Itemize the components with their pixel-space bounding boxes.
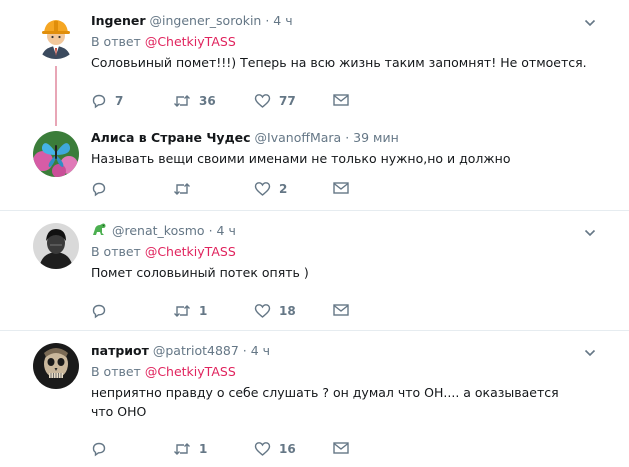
retweet-count: 1: [199, 442, 208, 456]
like-button[interactable]: 16: [254, 441, 296, 457]
envelope-icon: [333, 94, 349, 106]
direct-message-button[interactable]: [333, 181, 349, 195]
like-button[interactable]: 77: [254, 93, 296, 109]
handle[interactable]: @renat_kosmo: [112, 223, 205, 238]
reply-icon: [92, 442, 106, 457]
tweet-header: @renat_kosmo · 4 ч: [91, 222, 617, 240]
direct-message-button[interactable]: [333, 93, 349, 107]
handle[interactable]: @IvanoffMara: [255, 130, 342, 145]
tweet-text: Соловьиный помет!!!) Теперь на всю жизнь…: [91, 55, 587, 70]
like-count: 16: [279, 442, 296, 456]
reply-context: В ответ @ChetkiyTASS: [91, 363, 617, 381]
mention-link[interactable]: @ChetkiyTASS: [145, 244, 236, 259]
retweet-button[interactable]: [173, 181, 199, 197]
chevron-down-icon[interactable]: [584, 17, 596, 29]
chevron-down-icon[interactable]: [584, 347, 596, 359]
reply-button[interactable]: [91, 441, 115, 457]
reply-button[interactable]: [91, 303, 115, 319]
avatar[interactable]: [33, 343, 79, 389]
avatar[interactable]: [33, 131, 79, 177]
heart-icon: [254, 182, 271, 196]
retweet-button[interactable]: 36: [173, 93, 216, 109]
like-button[interactable]: 2: [254, 181, 287, 197]
reply-context: В ответ @ChetkiyTASS: [91, 243, 617, 261]
like-count: 77: [279, 94, 296, 108]
mention-link[interactable]: @ChetkiyTASS: [145, 364, 236, 379]
like-count: 18: [279, 304, 296, 318]
dinosaur-emoji-icon: [93, 223, 106, 235]
retweet-button[interactable]: 1: [173, 303, 207, 319]
display-name[interactable]: патриот: [91, 343, 149, 358]
chevron-down-icon[interactable]: [584, 227, 596, 239]
heart-icon: [254, 94, 271, 108]
direct-message-button[interactable]: [333, 441, 349, 455]
envelope-icon: [333, 442, 349, 454]
display-name[interactable]: Ingener: [91, 13, 146, 28]
avatar[interactable]: [33, 13, 79, 59]
tweet-header: патриот @patriot4887 · 4 ч: [91, 343, 271, 358]
mention-link[interactable]: @ChetkiyTASS: [145, 34, 236, 49]
timestamp[interactable]: 4 ч: [217, 223, 236, 238]
tweet-actions: 2: [91, 181, 391, 199]
retweet-icon: [174, 95, 190, 107]
tweet-actions: 1 18: [91, 303, 391, 321]
retweet-icon: [174, 183, 190, 195]
reply-button[interactable]: 7: [91, 93, 123, 109]
reply-count: 7: [115, 94, 124, 108]
tweet-ingener[interactable]: Ingener @ingener_sorokin · 4 ч В ответ @…: [0, 0, 629, 126]
tweet-actions: 1 16: [91, 441, 391, 459]
handle[interactable]: @patriot4887: [153, 343, 239, 358]
tweet-header: Алиса в Стране Чудес @IvanoffMara · 39 м…: [91, 130, 399, 145]
tweet-header: Ingener @ingener_sorokin · 4 ч: [91, 13, 293, 28]
reply-button[interactable]: [91, 181, 115, 197]
timestamp[interactable]: 39 мин: [353, 130, 399, 145]
retweet-icon: [174, 443, 190, 455]
tweet-alisa[interactable]: Алиса в Стране Чудес @IvanoffMara · 39 м…: [0, 124, 629, 211]
reply-prefix: В ответ: [91, 244, 141, 259]
reply-icon: [92, 94, 106, 109]
like-count: 2: [279, 182, 288, 196]
timestamp[interactable]: 4 ч: [273, 13, 292, 28]
envelope-icon: [333, 182, 349, 194]
direct-message-button[interactable]: [333, 303, 349, 317]
like-button[interactable]: 18: [254, 303, 296, 319]
reply-context: В ответ @ChetkiyTASS: [91, 33, 617, 51]
timestamp[interactable]: 4 ч: [251, 343, 270, 358]
retweet-button[interactable]: 1: [173, 441, 207, 457]
tweet-text: Помет соловьиный потек опять ): [91, 265, 309, 280]
avatar[interactable]: [33, 223, 79, 269]
retweet-icon: [174, 305, 190, 317]
tweet-text: неприятно правду о себе слушать ? он дум…: [91, 385, 559, 419]
reply-prefix: В ответ: [91, 364, 141, 379]
heart-icon: [254, 442, 271, 456]
retweet-count: 36: [199, 94, 216, 108]
tweet-actions: 7 36 77: [91, 93, 391, 111]
reply-prefix: В ответ: [91, 34, 141, 49]
envelope-icon: [333, 304, 349, 316]
retweet-count: 1: [199, 304, 208, 318]
handle[interactable]: @ingener_sorokin: [150, 13, 262, 28]
reply-icon: [92, 304, 106, 319]
tweet-text: Называть вещи своими именами не только н…: [91, 151, 511, 166]
display-name[interactable]: Алиса в Стране Чудес: [91, 130, 251, 145]
reply-icon: [92, 182, 106, 197]
replies-feed: Ingener @ingener_sorokin · 4 ч В ответ @…: [0, 0, 629, 466]
tweet-renat[interactable]: @renat_kosmo · 4 ч В ответ @ChetkiyTASS …: [0, 211, 629, 331]
heart-icon: [254, 304, 271, 318]
tweet-patriot[interactable]: патриот @patriot4887 · 4 ч В ответ @Chet…: [0, 331, 629, 467]
thread-line: [55, 66, 57, 126]
